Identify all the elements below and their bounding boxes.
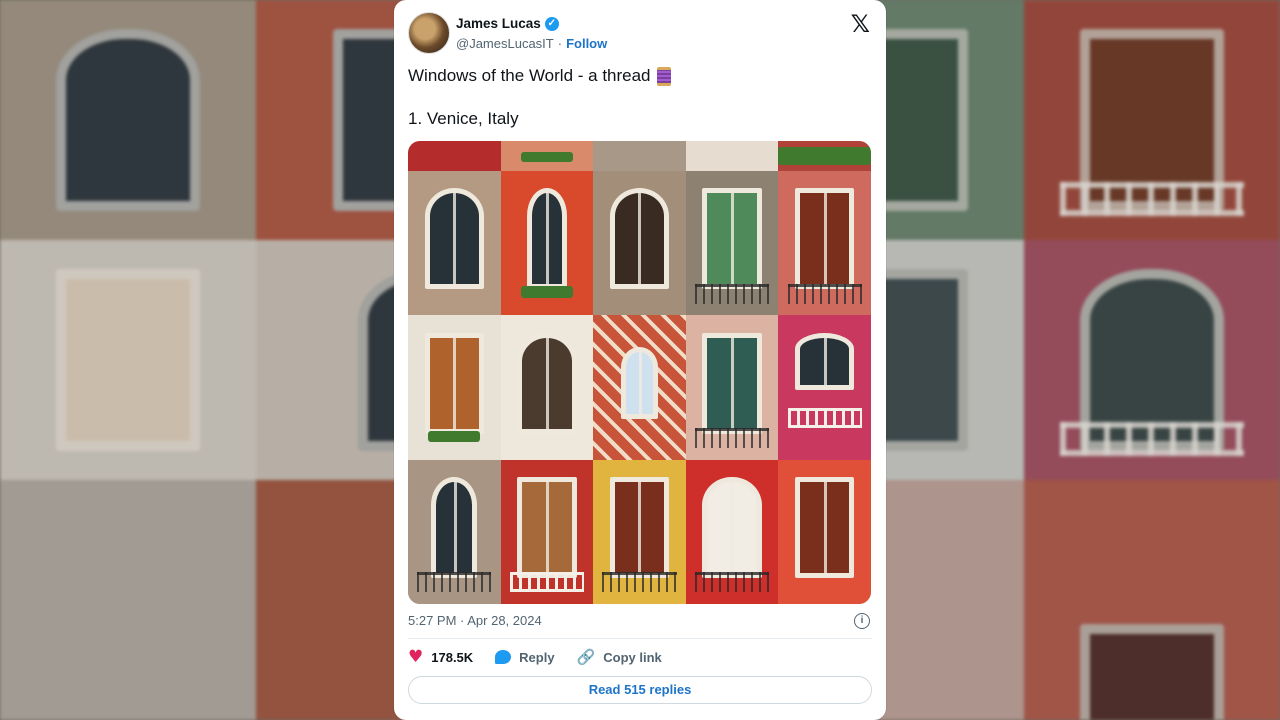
tweet-photo[interactable]	[408, 141, 871, 604]
copy-link-label: Copy link	[603, 649, 662, 665]
separator-dot: ·	[557, 36, 563, 51]
avatar[interactable]	[408, 12, 450, 54]
tweet-card: James Lucas ✓ @JamesLucasIT · Follow 𝕏 W…	[394, 0, 886, 720]
tweet-text-line2: 1. Venice, Italy	[408, 109, 519, 128]
reply-label: Reply	[519, 649, 555, 665]
read-replies-button[interactable]: Read 515 replies	[408, 676, 872, 704]
verified-badge-icon: ✓	[544, 16, 559, 31]
thread-spool-icon	[656, 66, 671, 86]
reply-button[interactable]: Reply	[495, 649, 555, 665]
link-icon: 🔗	[576, 648, 596, 666]
tweet-text-line1: Windows of the World - a thread	[408, 66, 671, 86]
like-button[interactable]: ♥ 178.5K	[408, 646, 474, 667]
tweet-header: James Lucas ✓ @JamesLucasIT · Follow 𝕏	[408, 12, 872, 56]
divider	[408, 638, 872, 639]
timestamp[interactable]: 5:27 PM · Apr 28, 2024	[408, 613, 542, 628]
author-name[interactable]: James Lucas	[456, 16, 541, 31]
follow-button[interactable]: Follow	[566, 36, 607, 51]
info-icon[interactable]: i	[854, 613, 870, 629]
action-bar: ♥ 178.5K Reply 🔗 Copy link	[408, 648, 662, 666]
heart-icon: ♥	[408, 646, 424, 667]
timestamp-row: 5:27 PM · Apr 28, 2024 i	[408, 613, 872, 631]
reply-bubble-icon	[495, 650, 512, 664]
author-handle[interactable]: @JamesLucasIT	[456, 36, 554, 51]
tweet-text: Windows of the World - a thread	[408, 66, 651, 85]
handle-row: @JamesLucasIT · Follow	[456, 36, 607, 51]
like-count: 178.5K	[431, 649, 474, 665]
copy-link-button[interactable]: 🔗 Copy link	[577, 648, 662, 666]
x-logo-icon[interactable]: 𝕏	[851, 12, 870, 36]
author-name-row: James Lucas ✓	[456, 16, 559, 31]
